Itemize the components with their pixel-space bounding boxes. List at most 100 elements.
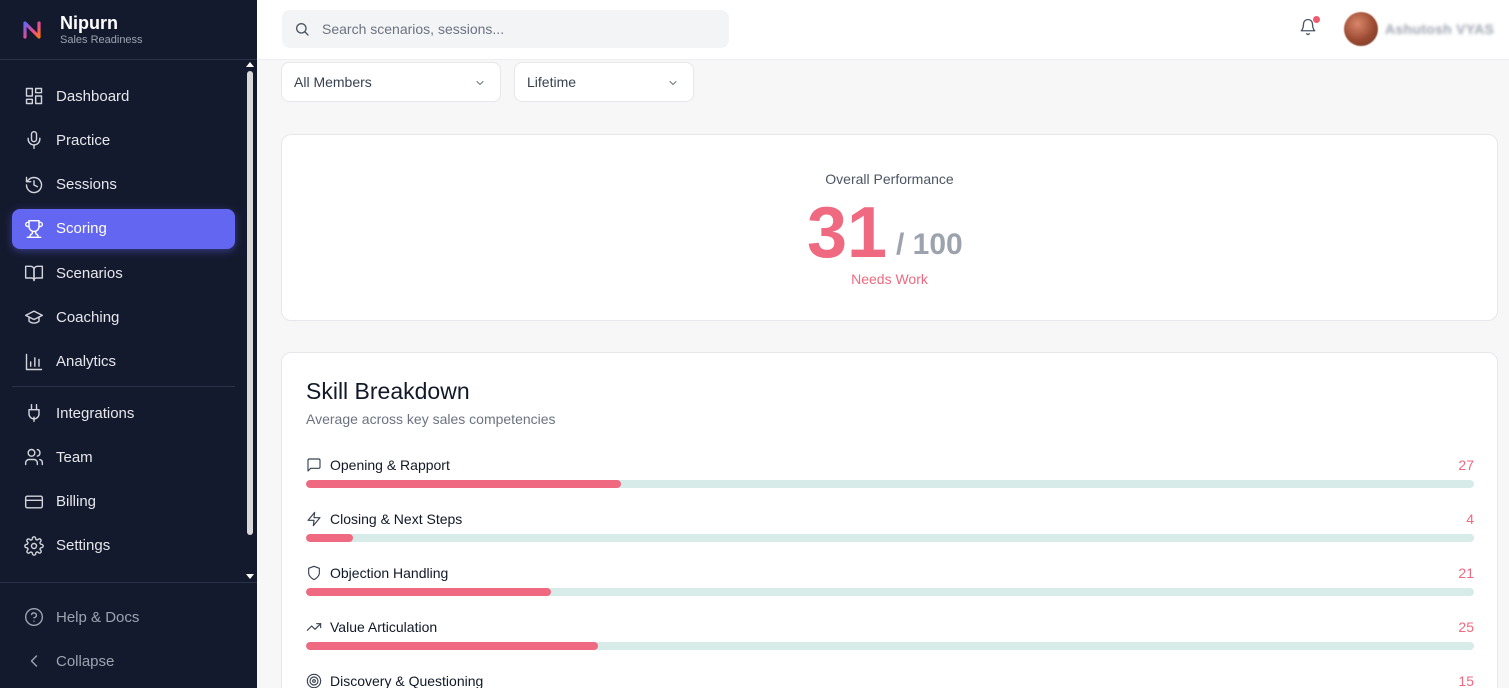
overall-performance-card: Overall Performance 31 / 100 Needs Work xyxy=(281,134,1498,321)
top-bar: Ashutosh VYAS xyxy=(257,0,1509,60)
users-icon xyxy=(24,449,44,466)
skill-progress-track xyxy=(306,534,1474,542)
sidebar-item-label: Coaching xyxy=(56,308,120,326)
members-filter-value: All Members xyxy=(294,74,372,90)
overall-performance-label: Overall Performance xyxy=(825,171,954,187)
collapse-label: Collapse xyxy=(56,652,115,670)
sidebar-item-label: Billing xyxy=(56,493,97,511)
skill-score: 4 xyxy=(1466,511,1474,527)
sidebar: Nipurn Sales Readiness Dashboard Practic… xyxy=(0,0,257,688)
user-name[interactable]: Ashutosh VYAS xyxy=(1385,21,1494,37)
notifications-button[interactable] xyxy=(1299,16,1321,40)
skill-breakdown-title: Skill Breakdown xyxy=(306,378,470,404)
skill-row: Value Articulation 25 xyxy=(306,617,1474,657)
nipurn-logo-icon xyxy=(23,20,41,39)
brand-subtitle: Sales Readiness xyxy=(60,33,143,46)
sidebar-nav: Dashboard Practice Sessions Scoring Scen… xyxy=(12,76,235,570)
sidebar-footer: Help & Docs Collapse xyxy=(0,582,257,688)
sidebar-item-label: Analytics xyxy=(56,353,117,371)
sidebar-divider xyxy=(12,386,235,388)
period-filter-value: Lifetime xyxy=(527,74,577,90)
scroll-up-arrow-icon[interactable] xyxy=(246,62,254,67)
overall-score: 31 xyxy=(807,193,888,273)
skill-progress-fill xyxy=(306,642,598,650)
search-icon xyxy=(296,23,309,36)
score-total: / 100 xyxy=(896,228,963,261)
help-docs-label: Help & Docs xyxy=(56,608,140,626)
microphone-icon xyxy=(27,131,41,150)
trophy-icon xyxy=(24,219,44,238)
sidebar-item-integrations[interactable]: Integrations xyxy=(12,393,235,433)
help-icon xyxy=(24,607,44,627)
plug-icon xyxy=(28,404,40,423)
skill-row: Closing & Next Steps 4 xyxy=(306,509,1474,549)
sidebar-item-label: Sessions xyxy=(56,176,117,194)
skill-row: Objection Handling 21 xyxy=(306,563,1474,603)
brand-name: Nipurn xyxy=(60,12,118,33)
graduation-cap-icon xyxy=(24,310,44,325)
gear-icon xyxy=(24,536,44,556)
skill-row: Discovery & Questioning 15 xyxy=(306,671,1474,688)
book-icon xyxy=(24,265,44,282)
skill-progress-track xyxy=(306,588,1474,596)
user-avatar[interactable] xyxy=(1344,12,1378,46)
sidebar-item-team[interactable]: Team xyxy=(12,437,235,477)
skill-score: 25 xyxy=(1458,619,1474,635)
scrollbar-thumb[interactable] xyxy=(247,71,253,535)
sidebar-item-label: Settings xyxy=(56,537,111,555)
skill-progress-fill xyxy=(306,588,552,596)
target-icon xyxy=(306,673,322,688)
skill-progress-fill xyxy=(306,480,622,488)
sidebar-item-sessions[interactable]: Sessions xyxy=(12,165,235,205)
help-docs-link[interactable]: Help & Docs xyxy=(12,597,235,637)
skill-breakdown-subtitle: Average across key sales competencies xyxy=(306,411,556,427)
search-box[interactable] xyxy=(282,10,729,48)
trending-up-icon xyxy=(306,623,322,631)
sidebar-scrollbar[interactable] xyxy=(246,62,254,581)
lightning-icon xyxy=(307,511,321,527)
sidebar-item-coaching[interactable]: Coaching xyxy=(12,297,235,337)
period-filter-select[interactable]: Lifetime xyxy=(514,62,694,102)
skill-name: Closing & Next Steps xyxy=(330,511,463,527)
sidebar-item-analytics[interactable]: Analytics xyxy=(12,342,235,382)
dashboard-icon xyxy=(25,87,43,105)
sidebar-item-settings[interactable]: Settings xyxy=(12,526,235,566)
sidebar-item-scenarios[interactable]: Scenarios xyxy=(12,253,235,293)
sidebar-item-practice[interactable]: Practice xyxy=(12,120,235,160)
bar-chart-icon xyxy=(25,353,43,370)
performance-status: Needs Work xyxy=(851,271,928,287)
scroll-down-arrow-icon[interactable] xyxy=(246,574,254,579)
sidebar-item-label: Scenarios xyxy=(56,264,123,282)
chevron-down-icon xyxy=(669,81,677,85)
skill-progress-track xyxy=(306,642,1474,650)
notification-badge xyxy=(1313,16,1320,23)
sidebar-item-label: Integrations xyxy=(56,404,135,422)
skill-progress-track xyxy=(306,480,1474,488)
sidebar-item-label: Scoring xyxy=(56,220,107,238)
brand[interactable]: Nipurn Sales Readiness xyxy=(0,0,257,60)
skill-score: 21 xyxy=(1458,565,1474,581)
skill-name: Value Articulation xyxy=(330,619,438,635)
sidebar-item-label: Dashboard xyxy=(56,87,130,105)
skill-name: Objection Handling xyxy=(330,565,449,581)
skill-name: Discovery & Questioning xyxy=(330,673,484,688)
sidebar-item-label: Team xyxy=(56,448,93,466)
sidebar-item-billing[interactable]: Billing xyxy=(12,482,235,522)
skill-name: Opening & Rapport xyxy=(330,457,450,473)
skill-progress-fill xyxy=(306,534,353,542)
skill-score: 27 xyxy=(1458,457,1474,473)
chevron-left-icon xyxy=(30,655,38,668)
chevron-down-icon xyxy=(476,81,484,85)
shield-icon xyxy=(308,565,320,581)
skill-score: 15 xyxy=(1458,673,1474,688)
collapse-button[interactable]: Collapse xyxy=(12,641,235,681)
sidebar-item-dashboard[interactable]: Dashboard xyxy=(12,76,235,116)
sidebar-item-label: Practice xyxy=(56,131,111,149)
message-square-icon xyxy=(307,458,321,472)
sidebar-item-scoring[interactable]: Scoring xyxy=(12,208,235,249)
search-input[interactable] xyxy=(322,21,702,37)
credit-card-icon xyxy=(24,495,44,509)
members-filter-select[interactable]: All Members xyxy=(281,62,501,102)
history-icon xyxy=(25,176,43,193)
skill-row: Opening & Rapport 27 xyxy=(306,455,1474,495)
